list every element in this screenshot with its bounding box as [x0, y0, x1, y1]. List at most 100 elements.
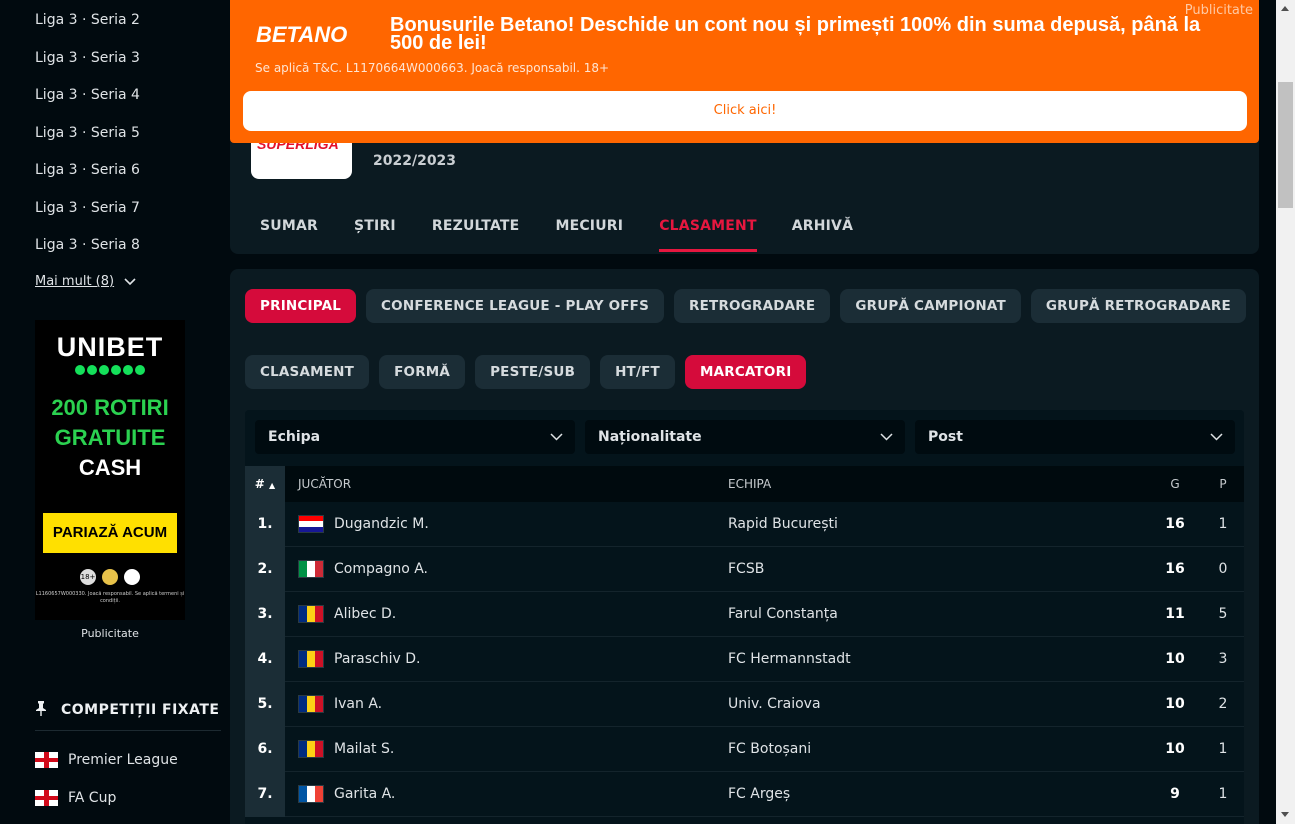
player-cell[interactable]: Dugandzic M. — [298, 502, 429, 546]
unibet-ad[interactable]: UNIBET 200 ROTIRI GRATUITE CASH PARIAZĂ … — [35, 320, 185, 620]
player-cell[interactable]: Ivan A. — [298, 682, 382, 726]
assists-column-header[interactable]: P — [1213, 466, 1233, 502]
goals-cell: 10 — [1165, 651, 1185, 667]
player-name: Mailat S. — [334, 740, 395, 757]
player-name: Dugandzic M. — [334, 515, 429, 532]
scorers-table: Echipa Naționalitate Post # ▲ JUCĂTOR EC… — [245, 410, 1244, 824]
scroll-thumb[interactable] — [1278, 82, 1293, 208]
team-cell[interactable]: FCSB — [728, 547, 764, 592]
tab-rezultate[interactable]: REZULTATE — [432, 218, 520, 252]
rank-cell: 7. — [245, 772, 285, 817]
sidebar-item-league[interactable]: Liga 3 · Seria 6 — [35, 162, 140, 178]
betano-ad-banner[interactable]: BETANO Bonusurile Betano! Deschide un co… — [230, 0, 1259, 143]
player-cell[interactable]: Mailat S. — [298, 727, 394, 771]
team-column-header[interactable]: ECHIPA — [728, 466, 771, 502]
tab-sumar[interactable]: SUMAR — [260, 218, 318, 252]
nationality-filter-select[interactable]: Naționalitate — [585, 420, 905, 454]
pinned-item-label: FA Cup — [68, 790, 117, 806]
view-tab-clasament[interactable]: CLASAMENT — [245, 355, 370, 389]
croatia-flag-icon — [298, 515, 324, 533]
ad-label: Publicitate — [81, 627, 139, 640]
stage-tab-conference[interactable]: CONFERENCE LEAGUE - PLAY OFFS — [366, 289, 665, 323]
scroll-up-arrow-icon[interactable] — [1281, 6, 1289, 11]
player-cell[interactable]: Alibec D. — [298, 592, 396, 636]
stage-tab-principal[interactable]: PRINCIPAL — [245, 289, 357, 323]
goals-cell: 11 — [1165, 606, 1185, 622]
sidebar-item-league[interactable]: Liga 3 · Seria 8 — [35, 237, 140, 253]
unibet-logo: UNIBET — [56, 332, 164, 362]
goals-column-header[interactable]: G — [1160, 466, 1190, 502]
ad-label: Publicitate — [1184, 3, 1253, 18]
betano-logo: BETANO — [256, 22, 348, 47]
table-row[interactable]: 6. Mailat S. FC Botoșani 10 1 — [245, 727, 1244, 772]
rank-column-header[interactable]: # ▲ — [245, 466, 285, 502]
age-18-icon: 18+ — [80, 569, 96, 585]
player-cell[interactable]: Paraschiv D. — [298, 637, 420, 681]
table-row[interactable]: 5. Ivan A. Univ. Craiova 10 2 — [245, 682, 1244, 727]
table-row[interactable]: 3. Alibec D. Farul Constanța 11 5 — [245, 592, 1244, 637]
chevron-down-icon — [880, 429, 893, 445]
team-cell[interactable]: Farul Constanța — [728, 592, 838, 637]
pinned-item[interactable]: Premier League — [35, 752, 178, 768]
player-name: Compagno A. — [334, 560, 429, 577]
stage-tab-grupa-retrogradare[interactable]: GRUPĂ RETROGRADARE — [1030, 289, 1246, 323]
goals-cell: 9 — [1170, 786, 1180, 802]
ad-offer-line: 200 ROTIRI — [51, 395, 169, 420]
view-tab-ht-ft[interactable]: HT/FT — [600, 355, 675, 389]
standings-card: PRINCIPAL CONFERENCE LEAGUE - PLAY OFFS … — [230, 269, 1259, 824]
chevron-down-icon — [1210, 429, 1223, 445]
rank-cell: 6. — [245, 727, 285, 772]
more-leagues-label: Mai mult (8) — [35, 274, 115, 289]
tab-stiri[interactable]: ȘTIRI — [354, 218, 396, 252]
assists-cell: 0 — [1218, 561, 1228, 577]
rank-cell: 2. — [245, 547, 285, 592]
sidebar-item-league[interactable]: Liga 3 · Seria 3 — [35, 50, 140, 66]
pinned-title: COMPETIȚII FIXATE — [61, 702, 220, 718]
sidebar-item-league[interactable]: Liga 3 · Seria 4 — [35, 87, 140, 103]
rank-header-label: # — [254, 477, 265, 491]
sidebar-item-league[interactable]: Liga 3 · Seria 2 — [35, 12, 140, 28]
team-filter-select[interactable]: Echipa — [255, 420, 575, 454]
team-cell[interactable]: Rapid București — [728, 502, 838, 547]
banner-cta-button[interactable]: Click aici! — [243, 91, 1247, 131]
view-tab-peste-sub[interactable]: PESTE/SUB — [475, 355, 591, 389]
table-row[interactable]: 7. Garita A. FC Argeș 9 1 — [245, 772, 1244, 817]
position-filter-select[interactable]: Post — [915, 420, 1235, 454]
team-cell[interactable]: FC Hermannstadt — [728, 637, 851, 682]
team-cell[interactable]: Univ. Craiova — [728, 682, 821, 727]
table-row[interactable]: 4. Paraschiv D. FC Hermannstadt 10 3 — [245, 637, 1244, 682]
player-cell[interactable]: Compagno A. — [298, 547, 428, 591]
pinned-item[interactable]: FA Cup — [35, 790, 116, 806]
license-seal-icon — [102, 569, 118, 585]
sidebar-item-league[interactable]: Liga 3 · Seria 5 — [35, 125, 140, 141]
stage-tab-retrogradare[interactable]: RETROGRADARE — [674, 289, 831, 323]
view-tab-marcatori[interactable]: MARCATORI — [684, 355, 807, 389]
assists-cell: 1 — [1218, 786, 1228, 802]
romania-flag-icon — [298, 740, 324, 758]
more-leagues-link[interactable]: Mai mult (8) — [35, 274, 136, 289]
table-row[interactable]: 2. Compagno A. FCSB 16 0 — [245, 547, 1244, 592]
scroll-down-arrow-icon[interactable] — [1281, 812, 1289, 817]
stage-tab-grupa-campionat[interactable]: GRUPĂ CAMPIONAT — [840, 289, 1021, 323]
unibet-dots-icon — [35, 365, 185, 375]
banner-headline: Bonusurile Betano! Deschide un cont nou … — [390, 14, 1201, 54]
sidebar-item-league[interactable]: Liga 3 · Seria 7 — [35, 200, 140, 216]
player-cell[interactable]: Garita A. — [298, 772, 395, 816]
rank-cell: 1. — [245, 502, 285, 547]
tab-arhiva[interactable]: ARHIVĂ — [792, 218, 853, 252]
ad-cta-button[interactable]: PARIAZĂ ACUM — [43, 513, 177, 553]
banner-terms: Se aplică T&C. L1170664W000663. Joacă re… — [255, 61, 610, 75]
table-row[interactable]: 1. Dugandzic M. Rapid București 16 1 — [245, 502, 1244, 547]
pin-icon — [35, 700, 47, 720]
view-tab-forma[interactable]: FORMĂ — [379, 355, 466, 389]
tab-clasament[interactable]: CLASAMENT — [659, 218, 757, 252]
player-name: Alibec D. — [334, 605, 397, 622]
page-scrollbar[interactable] — [1276, 0, 1295, 824]
goals-cell: 10 — [1165, 696, 1185, 712]
ad-offer-line: CASH — [78, 455, 142, 480]
player-column-header[interactable]: JUCĂTOR — [298, 466, 351, 502]
france-flag-icon — [298, 785, 324, 803]
team-cell[interactable]: FC Botoșani — [728, 727, 811, 772]
tab-meciuri[interactable]: MECIURI — [555, 218, 623, 252]
team-cell[interactable]: FC Argeș — [728, 772, 790, 817]
